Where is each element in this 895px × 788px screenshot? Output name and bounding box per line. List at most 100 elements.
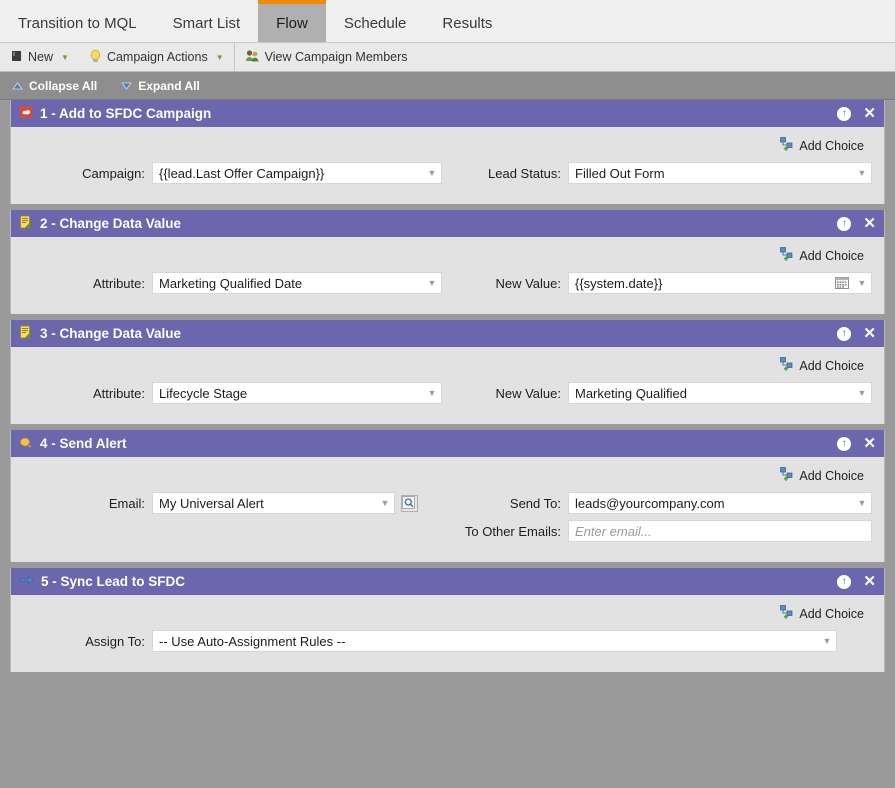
fields-left-column: Attribute: Marketing Qualified Date ▼ — [23, 272, 453, 300]
fields-right-column: Send To: leads@yourcompany.com ▼ To Other E… — [453, 492, 872, 548]
field-value-lead-status: Filled Out Form — [575, 165, 665, 181]
field-label-email: Email: — [108, 495, 145, 511]
add-choice-button[interactable]: Add Choice — [780, 605, 864, 622]
field-label-assign-to: Assign To: — [85, 633, 145, 649]
field-control-send-to[interactable]: leads@yourcompany.com ▼ — [568, 492, 872, 514]
edit-document-icon — [19, 215, 33, 232]
tab-transition-to-mql[interactable]: Transition to MQL — [0, 0, 155, 42]
add-choice-button[interactable]: Add Choice — [780, 247, 864, 264]
close-icon[interactable]: ✕ — [863, 216, 876, 231]
edit-document-icon — [19, 325, 33, 342]
flow-step-header-4[interactable]: 4 - Send Alert ↑ ✕ — [11, 430, 884, 457]
add-choice-label: Add Choice — [799, 606, 864, 621]
add-choice-button[interactable]: Add Choice — [780, 467, 864, 484]
new-button[interactable]: New ▼ — [0, 43, 79, 71]
tab-smart-list[interactable]: Smart List — [155, 0, 259, 42]
field-value-campaign: {{lead.Last Offer Campaign}} — [159, 165, 325, 181]
tab-flow[interactable]: Flow — [258, 0, 326, 42]
add-choice-row: Add Choice — [23, 133, 872, 162]
flow-step-title-group: 3 - Change Data Value — [19, 325, 837, 342]
flow-step-5: 5 - Sync Lead to SFDC ↑ ✕ Add Choice Assign … — [10, 568, 885, 672]
new-folder-icon — [10, 49, 23, 65]
field-label-new-value: New Value: — [495, 385, 561, 401]
move-up-icon[interactable]: ↑ — [837, 326, 852, 341]
dropdown-arrow-icon[interactable]: ▼ — [853, 498, 871, 508]
close-icon[interactable]: ✕ — [863, 574, 876, 589]
field-row-email: Email: My Universal Alert ▼ — [23, 492, 453, 514]
field-value-send-to: leads@yourcompany.com — [575, 495, 725, 511]
dropdown-arrow-icon[interactable]: ▼ — [423, 168, 441, 178]
calendar-icon[interactable] — [835, 277, 851, 289]
field-control-lead-status[interactable]: Filled Out Form ▼ — [568, 162, 872, 184]
flow-step-title: 5 - Sync Lead to SFDC — [41, 574, 186, 589]
tab-schedule[interactable]: Schedule — [326, 0, 425, 42]
field-control-attribute[interactable]: Lifecycle Stage ▼ — [152, 382, 442, 404]
move-up-icon[interactable]: ↑ — [837, 574, 852, 589]
flow-step-body-4: Add Choice Email: My Universal Alert ▼ Send … — [11, 457, 884, 562]
add-choice-row: Add Choice — [23, 243, 872, 272]
campaign-actions-button[interactable]: Campaign Actions ▼ — [79, 43, 234, 71]
tab-results[interactable]: Results — [424, 0, 510, 42]
flow-step-header-1[interactable]: 1 - Add to SFDC Campaign ↑ ✕ — [11, 100, 884, 127]
tab-label: Schedule — [343, 14, 407, 32]
expand-all-button[interactable]: Expand All — [109, 79, 212, 93]
new-label: New — [28, 50, 54, 64]
preview-email-button[interactable] — [401, 494, 418, 512]
chevron-down-icon[interactable]: ▼ — [61, 53, 69, 62]
field-row-assign-to: Assign To: -- Use Auto-Assignment Rules -… — [23, 630, 872, 652]
flow-step-actions: ↑ ✕ — [837, 574, 876, 589]
close-icon[interactable]: ✕ — [863, 106, 876, 121]
move-up-icon[interactable]: ↑ — [837, 216, 852, 231]
dropdown-arrow-icon[interactable]: ▼ — [853, 168, 871, 178]
field-row-attribute: Attribute: Marketing Qualified Date ▼ — [23, 272, 453, 294]
blue-arrow-icon — [19, 574, 34, 589]
triangle-up-icon — [12, 79, 23, 93]
collapse-all-label: Collapse All — [29, 78, 98, 93]
field-control-new-value[interactable]: {{system.date}} ▼ — [568, 272, 872, 294]
field-control-email[interactable]: My Universal Alert ▼ — [152, 492, 395, 514]
add-choice-label: Add Choice — [799, 138, 864, 153]
bell-alert-icon — [19, 435, 33, 452]
field-value-assign-to: -- Use Auto-Assignment Rules -- — [159, 633, 346, 649]
chevron-down-icon[interactable]: ▼ — [216, 53, 224, 62]
field-control-to-other-emails[interactable]: Enter email... — [568, 520, 872, 542]
dropdown-arrow-icon[interactable]: ▼ — [423, 388, 441, 398]
flow-step-fields: Attribute: Marketing Qualified Date ▼ New V… — [23, 272, 872, 300]
flow-canvas: 1 - Add to SFDC Campaign ↑ ✕ Add Choice Camp… — [0, 100, 895, 788]
field-row-campaign: Campaign: {{lead.Last Offer Campaign}} ▼ — [23, 162, 453, 184]
add-choice-icon — [780, 357, 795, 374]
dropdown-arrow-icon[interactable]: ▼ — [853, 388, 871, 398]
field-control-assign-to[interactable]: -- Use Auto-Assignment Rules -- ▼ — [152, 630, 837, 652]
flow-step-title-group: 1 - Add to SFDC Campaign — [19, 105, 837, 122]
close-icon[interactable]: ✕ — [863, 436, 876, 451]
fields-right-column: New Value: {{system.date}} ▼ — [453, 272, 872, 300]
field-value-attribute: Lifecycle Stage — [159, 385, 248, 401]
flow-step-header-5[interactable]: 5 - Sync Lead to SFDC ↑ ✕ — [11, 568, 884, 595]
tab-label: Flow — [276, 14, 308, 32]
view-campaign-members-button[interactable]: View Campaign Members — [235, 43, 418, 71]
move-up-icon[interactable]: ↑ — [837, 436, 852, 451]
add-choice-label: Add Choice — [799, 248, 864, 263]
add-choice-button[interactable]: Add Choice — [780, 137, 864, 154]
dropdown-arrow-icon[interactable]: ▼ — [423, 278, 441, 288]
field-control-attribute[interactable]: Marketing Qualified Date ▼ — [152, 272, 442, 294]
add-choice-label: Add Choice — [799, 358, 864, 373]
collapse-all-button[interactable]: Collapse All — [0, 79, 109, 93]
close-icon[interactable]: ✕ — [863, 326, 876, 341]
field-row-new-value: New Value: {{system.date}} ▼ — [453, 272, 872, 294]
field-control-campaign[interactable]: {{lead.Last Offer Campaign}} ▼ — [152, 162, 442, 184]
move-up-icon[interactable]: ↑ — [837, 106, 852, 121]
collapse-expand-bar: Collapse All Expand All — [0, 72, 895, 100]
field-control-new-value[interactable]: Marketing Qualified ▼ — [568, 382, 872, 404]
flow-step-header-2[interactable]: 2 - Change Data Value ↑ ✕ — [11, 210, 884, 237]
dropdown-arrow-icon[interactable]: ▼ — [376, 498, 394, 508]
flow-step-header-3[interactable]: 3 - Change Data Value ↑ ✕ — [11, 320, 884, 347]
add-choice-row: Add Choice — [23, 353, 872, 382]
field-row-to-other-emails: To Other Emails: Enter email... — [453, 520, 872, 542]
field-value-to-other-emails: Enter email... — [575, 523, 652, 539]
dropdown-arrow-icon[interactable]: ▼ — [853, 278, 871, 288]
expand-all-label: Expand All — [138, 78, 200, 93]
add-choice-button[interactable]: Add Choice — [780, 357, 864, 374]
view-campaign-members-label: View Campaign Members — [264, 50, 408, 64]
dropdown-arrow-icon[interactable]: ▼ — [818, 636, 836, 646]
